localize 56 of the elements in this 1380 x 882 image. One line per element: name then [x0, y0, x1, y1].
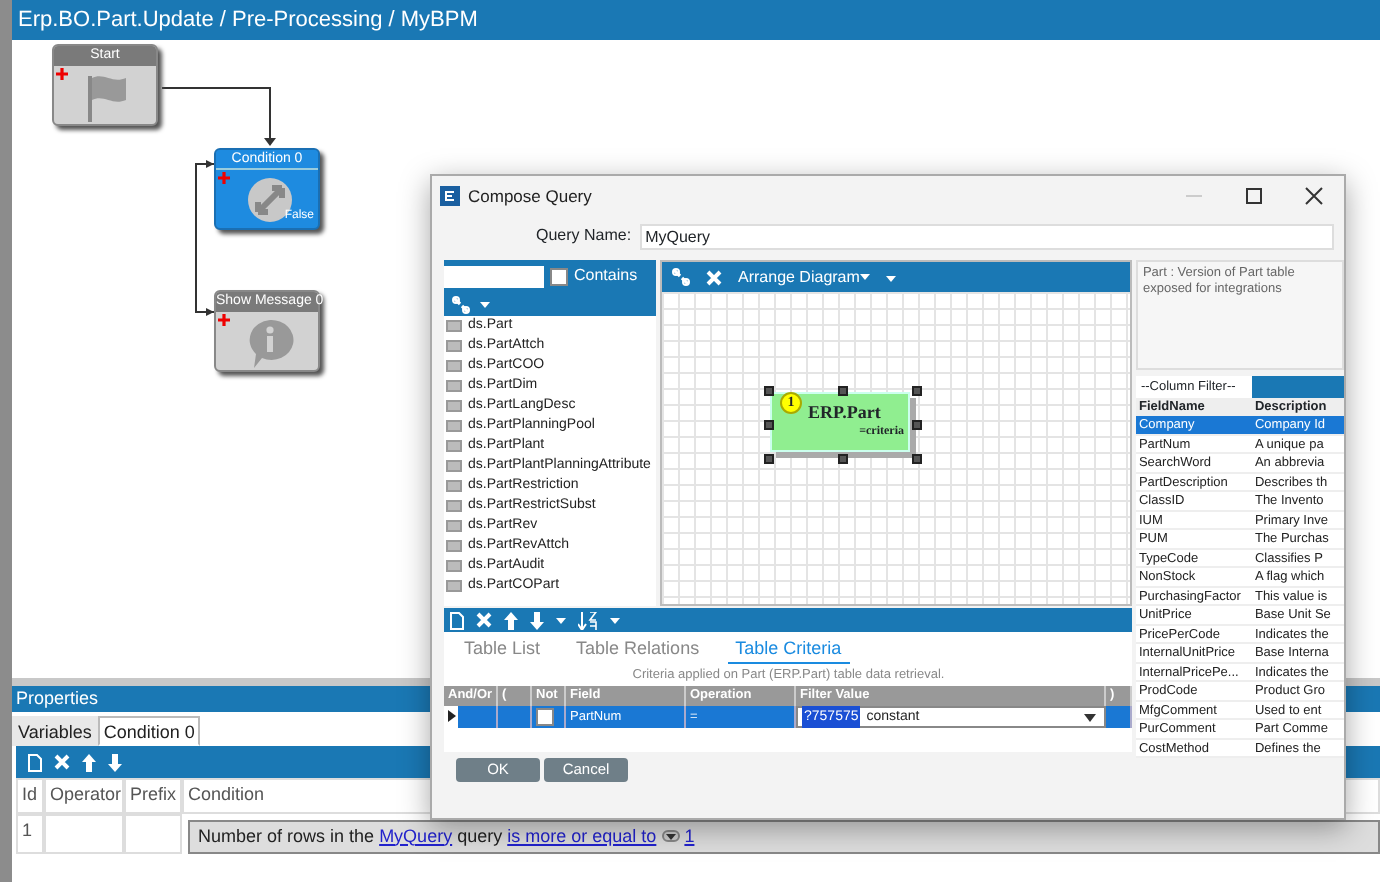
plus-icon[interactable] [56, 67, 68, 80]
delete-icon[interactable] [54, 754, 70, 770]
checkbox[interactable] [550, 267, 568, 285]
flag-icon [84, 72, 128, 124]
link-icon[interactable] [452, 295, 470, 313]
tab[interactable]: Table Relations [568, 636, 708, 664]
tab[interactable]: Condition 0 [97, 716, 201, 746]
table-cell [124, 813, 182, 854]
tab[interactable]: Table Criteria [727, 636, 850, 664]
table-cell [1106, 706, 1133, 728]
caret-icon [665, 834, 676, 841]
resize-handle[interactable] [764, 454, 774, 464]
condition-text: query [457, 825, 503, 845]
column-header: Id [16, 778, 44, 813]
column-header: Operator [44, 778, 124, 813]
condition-link[interactable]: MyQuery [379, 825, 453, 845]
delete-icon[interactable] [476, 612, 492, 628]
app-logo-icon [440, 186, 460, 206]
column-header: Prefix [124, 778, 182, 813]
delete-icon[interactable] [706, 269, 722, 285]
plus-icon[interactable] [218, 313, 230, 326]
condition-link[interactable]: is more or equal to [507, 825, 657, 845]
entity-name: ERP.Part [808, 400, 881, 425]
table-cell [44, 813, 124, 854]
query-name-field[interactable]: MyQuery [639, 223, 1334, 249]
resize-handle[interactable] [912, 454, 922, 464]
down-arrow-icon[interactable] [108, 753, 122, 771]
dialog-title: Compose Query [468, 183, 592, 209]
resize-handle[interactable] [912, 420, 922, 430]
checkbox-label: Contains [574, 264, 638, 288]
maximize-icon[interactable] [1244, 186, 1264, 207]
condition-link[interactable]: 1 [684, 825, 695, 845]
resize-handle[interactable] [764, 386, 774, 396]
field-label: Query Name: [536, 224, 632, 248]
info-icon [246, 318, 294, 370]
table-cell: 1 [16, 813, 44, 854]
up-arrow-icon[interactable] [82, 753, 96, 771]
up-arrow-icon[interactable] [504, 611, 518, 629]
search-field[interactable] [444, 265, 544, 287]
checkbox[interactable] [536, 707, 554, 726]
link-icon[interactable] [672, 268, 690, 286]
resize-handle[interactable] [912, 386, 922, 396]
resize-handle[interactable] [838, 454, 848, 464]
new-document-icon[interactable] [28, 753, 42, 771]
down-arrow-icon[interactable] [530, 611, 544, 629]
dropdown-button[interactable] [661, 830, 680, 843]
condition-text: Number of rows in the [198, 825, 375, 845]
new-document-icon[interactable] [450, 611, 464, 629]
tab[interactable]: Table List [456, 636, 549, 664]
close-icon[interactable] [1304, 186, 1324, 207]
window-title: Erp.BO.Part.Update / Pre-Processing / MyBPM [12, 0, 1380, 40]
tab[interactable]: Variables [12, 716, 98, 746]
sort-icon[interactable] [578, 611, 598, 629]
resize-handle[interactable] [838, 386, 848, 396]
row-indicator-icon [447, 710, 455, 723]
resize-handle[interactable] [764, 420, 774, 430]
